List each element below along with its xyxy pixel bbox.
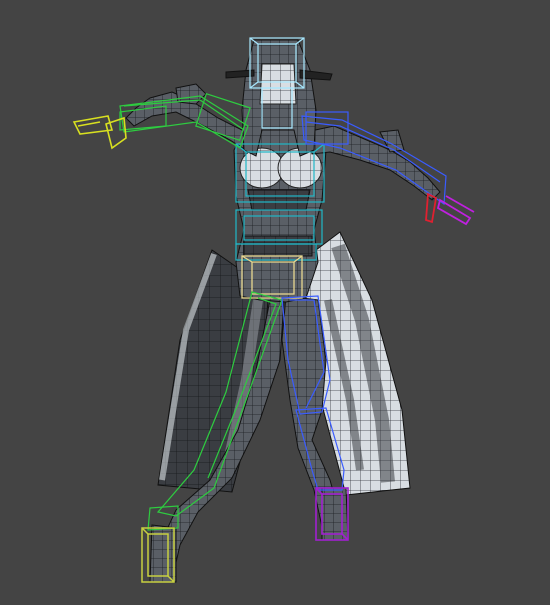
rig-right-hand-finger-magenta[interactable] xyxy=(436,195,475,226)
3d-viewport[interactable] xyxy=(0,0,550,605)
rig-left-hand[interactable] xyxy=(72,115,127,150)
left-arm-mesh[interactable] xyxy=(125,83,247,151)
viewport-canvas[interactable] xyxy=(0,0,550,605)
right-arm-mesh[interactable] xyxy=(305,125,441,201)
